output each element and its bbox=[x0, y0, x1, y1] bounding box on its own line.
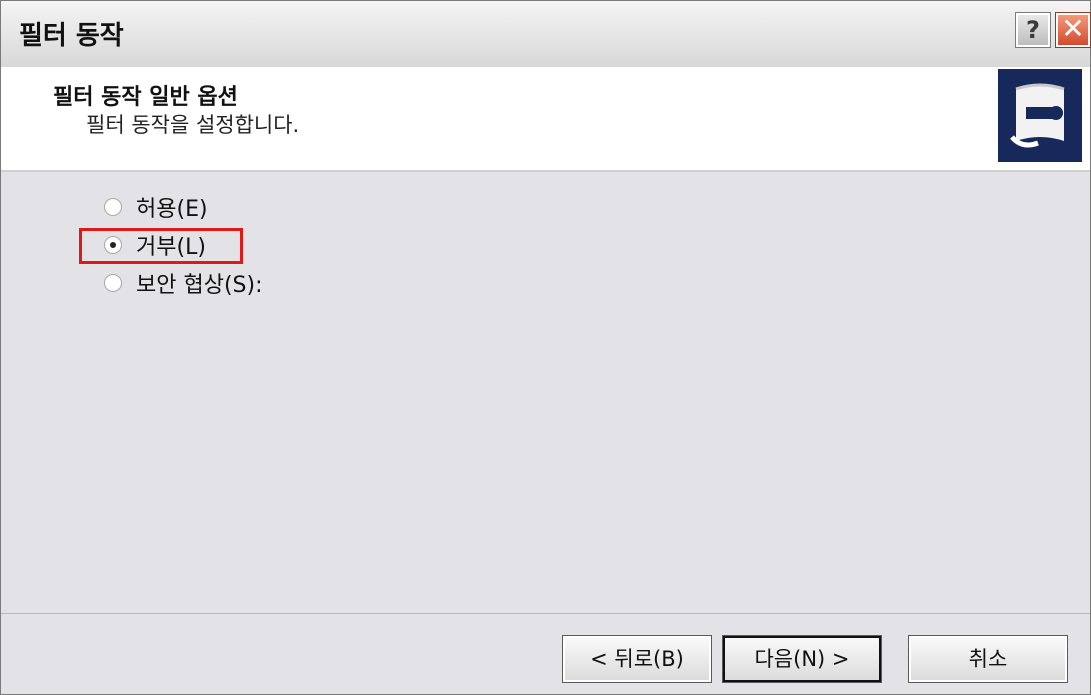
title-bar[interactable]: 필터 동작 ? ✕ bbox=[1, 1, 1090, 68]
wizard-logo-icon bbox=[998, 69, 1082, 162]
wizard-header: 필터 동작 일반 옵션 필터 동작을 설정합니다. bbox=[1, 67, 1090, 172]
page-subtitle: 필터 동작을 설정합니다. bbox=[86, 113, 300, 137]
back-button[interactable]: < 뒤로(B) bbox=[563, 636, 711, 682]
radio-allow[interactable] bbox=[104, 198, 122, 216]
window-title: 필터 동작 bbox=[19, 21, 124, 51]
radio-negotiate-security[interactable] bbox=[104, 274, 122, 292]
page-title: 필터 동작 일반 옵션 bbox=[53, 85, 238, 110]
cancel-button[interactable]: 취소 bbox=[909, 636, 1067, 682]
dialog-window: 필터 동작 ? ✕ 필터 동작 일반 옵션 필터 동작을 설정합니다. 허용(E… bbox=[0, 0, 1091, 695]
option-negotiate-security[interactable]: 보안 협상(S): bbox=[104, 266, 263, 300]
close-button[interactable]: ✕ bbox=[1056, 13, 1090, 47]
option-allow-label: 허용(E) bbox=[136, 197, 208, 222]
option-allow[interactable]: 허용(E) bbox=[104, 190, 208, 224]
button-bar: < 뒤로(B) 다음(N) > 취소 bbox=[1, 614, 1090, 694]
help-button[interactable]: ? bbox=[1016, 13, 1050, 47]
scroll-certificate-icon bbox=[998, 69, 1082, 162]
highlight-box bbox=[79, 228, 243, 264]
options-panel: 허용(E) 거부(L) 보안 협상(S): bbox=[1, 172, 1090, 614]
option-negotiate-security-label: 보안 협상(S): bbox=[136, 273, 263, 298]
next-button[interactable]: 다음(N) > bbox=[723, 636, 881, 682]
